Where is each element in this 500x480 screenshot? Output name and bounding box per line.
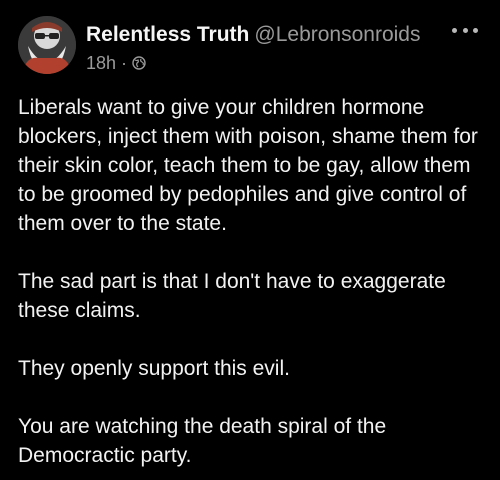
post-time[interactable]: 18h bbox=[86, 52, 116, 74]
post-body: Liberals want to give your children horm… bbox=[18, 93, 483, 470]
meta-separator: · bbox=[121, 53, 128, 73]
post-meta: 18h · bbox=[86, 52, 146, 74]
more-dot bbox=[462, 27, 468, 33]
more-dot bbox=[452, 27, 457, 33]
author-display-name[interactable]: Relentless Truth bbox=[86, 23, 249, 46]
more-options-icon[interactable] bbox=[452, 20, 478, 40]
avatar[interactable] bbox=[18, 16, 76, 74]
post-paragraph: The sad part is that I don't have to exa… bbox=[18, 270, 446, 322]
post-paragraph: Liberals want to give your children horm… bbox=[18, 96, 478, 235]
author-handle[interactable]: @Lebronsonroids bbox=[254, 23, 420, 46]
post-paragraph: They openly support this evil. bbox=[18, 357, 290, 380]
globe-icon bbox=[132, 56, 146, 70]
author-line: Relentless Truth @Lebronsonroids bbox=[86, 22, 420, 48]
bearded-man-avatar-icon bbox=[18, 16, 76, 74]
more-dot bbox=[473, 27, 478, 33]
post-card: Relentless Truth @Lebronsonroids 18h · Li… bbox=[0, 0, 500, 480]
post-paragraph: You are watching the death spiral of the… bbox=[18, 415, 387, 467]
